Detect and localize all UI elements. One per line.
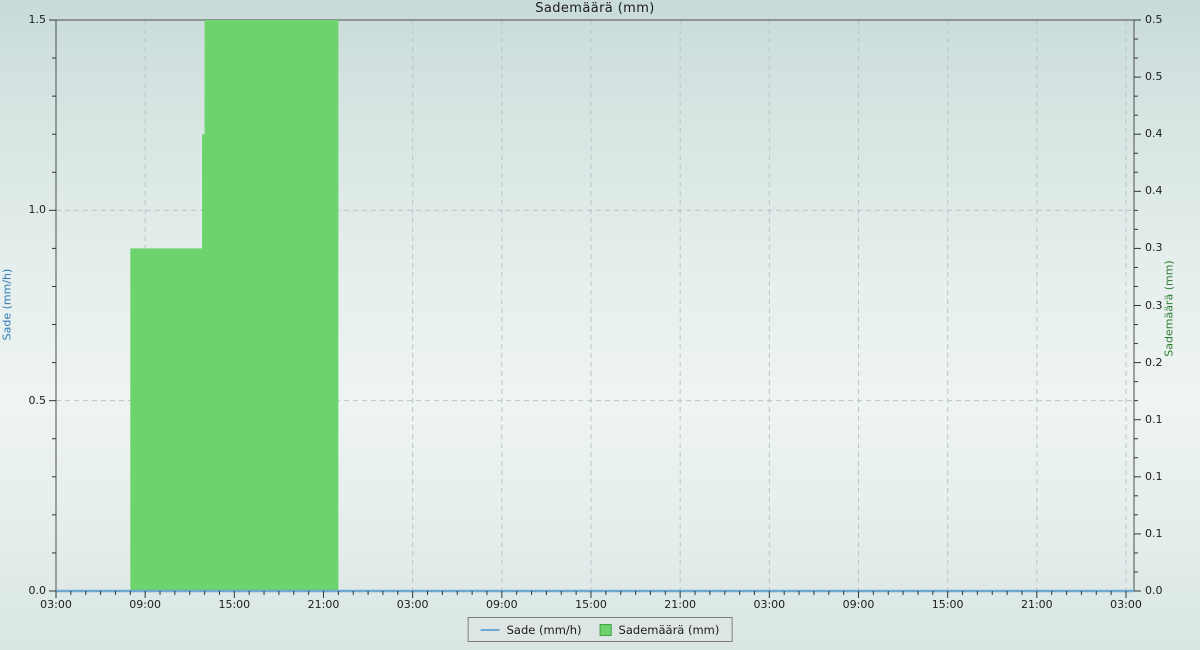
square-marker-icon: [600, 624, 612, 636]
x-tick-label: 03:00: [391, 598, 435, 611]
x-tick-label: 15:00: [926, 598, 970, 611]
x-tick-label: 03:00: [1104, 598, 1148, 611]
right-tick-label: 0.5: [1145, 13, 1179, 26]
x-tick-label: 03:00: [34, 598, 78, 611]
x-tick-label: 21:00: [302, 598, 346, 611]
left-tick-label: 1.0: [12, 203, 46, 216]
left-tick-label: 1.5: [12, 13, 46, 26]
right-tick-label: 0.0: [1145, 584, 1179, 597]
right-tick-label: 0.1: [1145, 470, 1179, 483]
left-tick-label: 0.0: [12, 584, 46, 597]
left-tick-label: 0.5: [12, 394, 46, 407]
legend-item-sademaara: Sademäärä (mm): [600, 623, 720, 637]
right-tick-label: 0.2: [1145, 356, 1179, 369]
x-tick-label: 09:00: [837, 598, 881, 611]
x-tick-label: 21:00: [1015, 598, 1059, 611]
legend: Sade (mm/h) Sademäärä (mm): [468, 617, 733, 642]
legend-label: Sademäärä (mm): [619, 623, 720, 637]
precipitation-area: [130, 20, 338, 591]
right-tick-label: 0.3: [1145, 299, 1179, 312]
right-tick-label: 0.1: [1145, 527, 1179, 540]
right-tick-label: 0.3: [1145, 241, 1179, 254]
legend-label: Sade (mm/h): [507, 623, 582, 637]
chart-canvas: [0, 0, 1200, 650]
x-tick-label: 15:00: [569, 598, 613, 611]
legend-item-sade: Sade (mm/h): [481, 623, 582, 637]
right-tick-label: 0.4: [1145, 127, 1179, 140]
right-tick-label: 0.1: [1145, 413, 1179, 426]
x-tick-label: 09:00: [480, 598, 524, 611]
precipitation-chart: Sademäärä (mm) Sade (mm/h) Sademäärä (mm…: [0, 0, 1200, 650]
right-tick-label: 0.5: [1145, 70, 1179, 83]
right-tick-label: 0.4: [1145, 184, 1179, 197]
line-marker-icon: [481, 629, 500, 631]
x-tick-label: 21:00: [658, 598, 702, 611]
x-tick-label: 09:00: [123, 598, 167, 611]
x-tick-label: 03:00: [747, 598, 791, 611]
x-tick-label: 15:00: [212, 598, 256, 611]
